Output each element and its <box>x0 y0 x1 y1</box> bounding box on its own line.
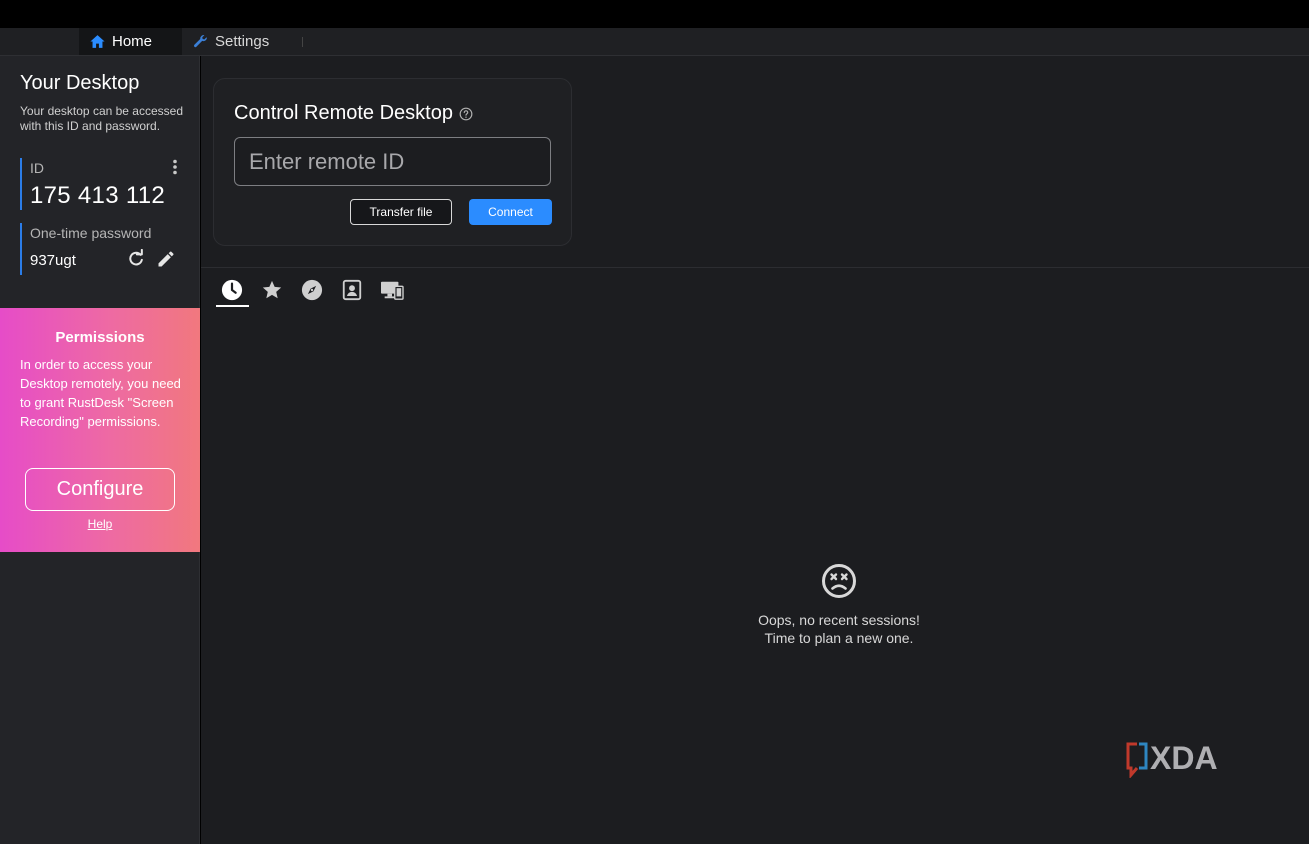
main-panel: Control Remote Desktop Transfer file Con… <box>201 56 1309 844</box>
configure-button[interactable]: Configure <box>25 468 175 511</box>
empty-state-line1: Oops, no recent sessions! <box>758 612 920 628</box>
more-options-icon[interactable] <box>168 158 182 176</box>
clock-icon[interactable] <box>220 278 244 302</box>
tab-home[interactable]: Home <box>79 28 182 55</box>
permissions-title: Permissions <box>55 329 145 346</box>
edit-pencil-icon[interactable] <box>156 249 176 269</box>
permissions-panel: Permissions In order to access your Desk… <box>0 308 200 552</box>
empty-state-line2: Time to plan a new one. <box>764 630 914 646</box>
control-remote-card: Control Remote Desktop Transfer file Con… <box>213 78 572 246</box>
control-remote-title-text: Control Remote Desktop <box>234 102 453 124</box>
control-remote-title: Control Remote Desktop <box>234 102 473 125</box>
section-divider <box>201 267 1309 268</box>
group-devices-icon[interactable] <box>380 278 404 302</box>
help-circle-icon[interactable] <box>459 107 473 121</box>
help-link[interactable]: Help <box>0 517 200 531</box>
xda-watermark-logo: XDA <box>1125 740 1249 780</box>
window-top-bar <box>0 0 1309 28</box>
your-desktop-title: Your Desktop <box>20 72 140 94</box>
id-value[interactable]: 175 413 112 <box>30 182 165 210</box>
tab-home-label: Home <box>112 33 153 50</box>
connect-button[interactable]: Connect <box>469 199 552 225</box>
transfer-file-button[interactable]: Transfer file <box>350 199 452 225</box>
remote-id-input[interactable] <box>234 137 551 186</box>
permissions-text: In order to access your Desktop remotely… <box>20 357 181 429</box>
password-block: One-time password 937ugt <box>20 223 185 275</box>
svg-text:XDA: XDA <box>1150 740 1218 776</box>
tab-settings-label: Settings <box>215 33 270 50</box>
address-book-icon[interactable] <box>340 278 364 302</box>
refresh-icon[interactable] <box>126 248 146 269</box>
id-label: ID <box>30 160 44 176</box>
sidebar: Your Desktop Your desktop can be accesse… <box>0 56 200 844</box>
id-block: ID 175 413 112 <box>20 158 185 210</box>
password-value[interactable]: 937ugt <box>30 252 76 269</box>
compass-icon[interactable] <box>300 278 324 302</box>
sad-face-icon <box>821 563 857 599</box>
tab-separator <box>302 37 303 47</box>
wrench-icon <box>192 33 209 50</box>
your-desktop-description: Your desktop can be accessed with this I… <box>20 104 184 133</box>
tab-settings[interactable]: Settings <box>182 28 302 55</box>
password-label: One-time password <box>30 225 152 241</box>
selected-tab-indicator <box>216 305 249 307</box>
home-icon <box>89 33 106 50</box>
star-icon[interactable] <box>260 278 284 302</box>
tab-bar: Home Settings <box>0 28 1309 56</box>
